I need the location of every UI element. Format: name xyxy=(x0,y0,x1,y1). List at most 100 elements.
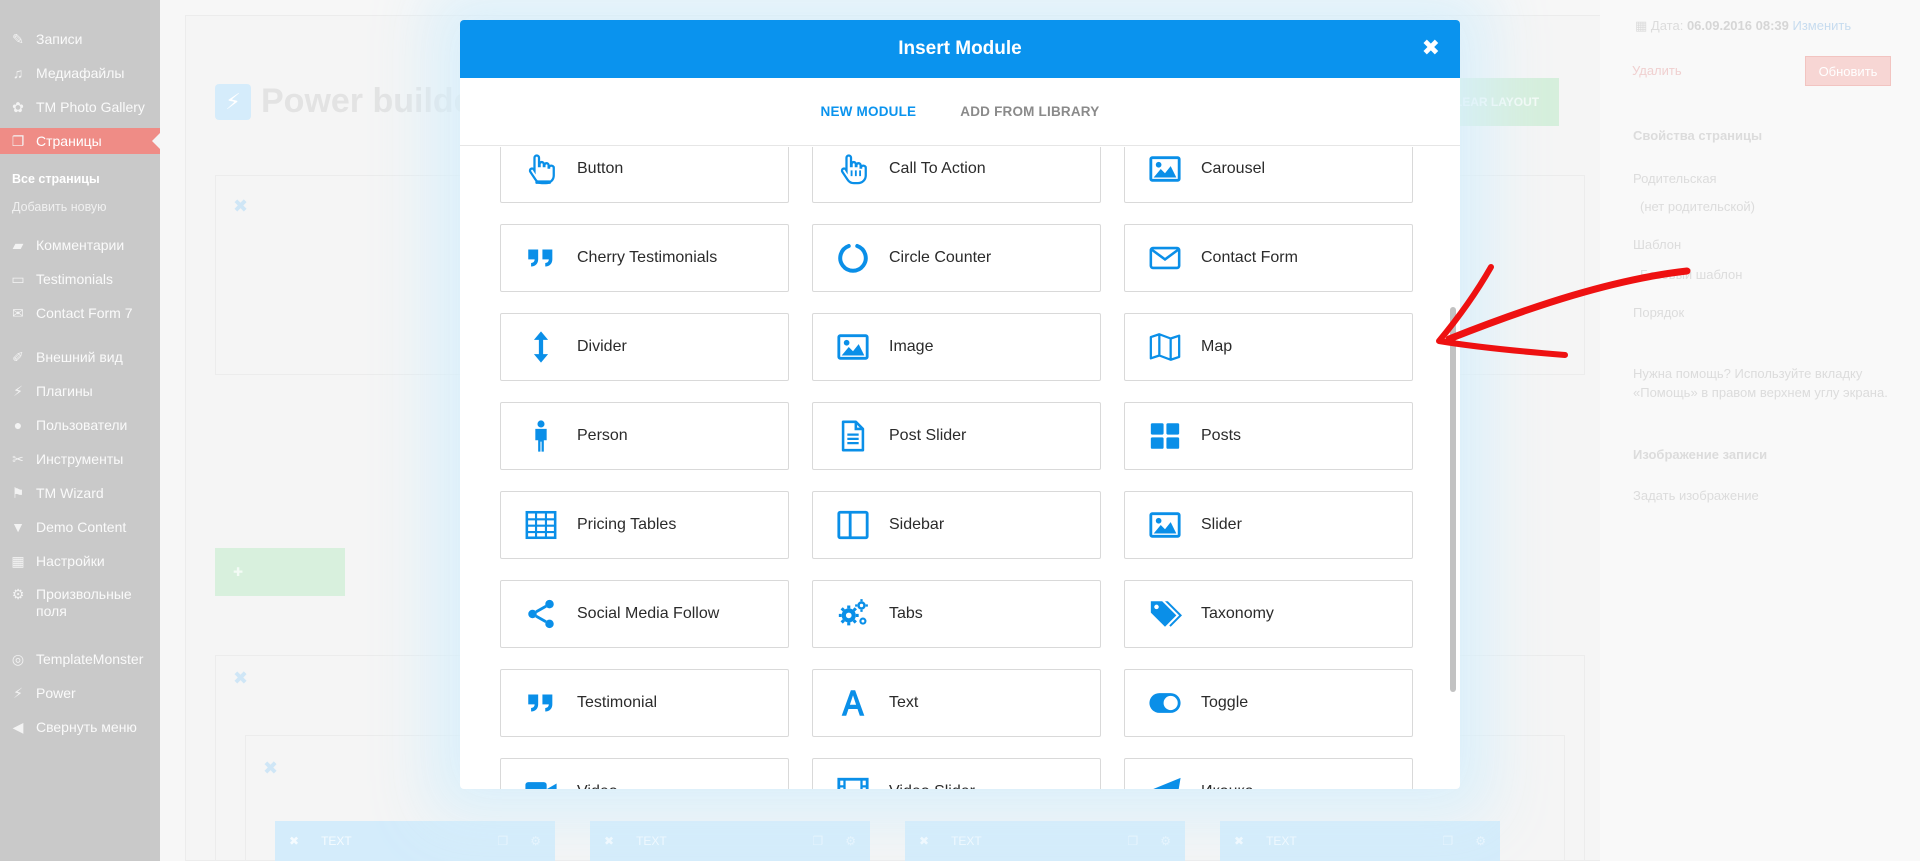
module-text[interactable]: Text xyxy=(812,669,1101,737)
sidebar-item-testimonials[interactable]: ▭ Testimonials xyxy=(0,266,160,292)
sidebar-item-label: Testimonials xyxy=(36,271,114,287)
sidebar-item-photo-gallery[interactable]: ✿ TM Photo Gallery xyxy=(0,94,160,120)
sidebar-item-tools[interactable]: ✂ Инструменты xyxy=(0,446,160,472)
sidebar-item-media[interactable]: ♫ Медиафайлы xyxy=(0,60,160,86)
module-social-media-follow[interactable]: Social Media Follow xyxy=(500,580,789,648)
module-label: Call To Action xyxy=(889,160,986,177)
image-icon-svg xyxy=(1149,156,1181,182)
delete-link[interactable]: Удалить xyxy=(1632,63,1682,78)
sidebar-sub-all-pages[interactable]: Все страницы xyxy=(12,172,100,186)
gear-icon[interactable]: ⚙ xyxy=(1475,834,1486,848)
module-label: Tabs xyxy=(889,605,923,622)
sidebar-item-settings[interactable]: ▦ Настройки xyxy=(0,548,160,574)
sidebar-item-power[interactable]: ⚡ Power xyxy=(0,680,160,706)
sidebar-item-demo-content[interactable]: ▼ Demo Content xyxy=(0,514,160,540)
module-slider[interactable]: Slider xyxy=(1124,491,1413,559)
module-label: Text xyxy=(889,694,919,711)
sidebar-item-templatemonster[interactable]: ◎ TemplateMonster xyxy=(0,646,160,672)
sidebar-item-custom-fields[interactable]: ⚙ Произвольные поля xyxy=(0,582,160,622)
remove-section-icon[interactable]: ✖ xyxy=(233,668,248,689)
module-post-slider[interactable]: Post Slider xyxy=(812,402,1101,470)
insert-module-modal: Insert Module ✖ NEW MODULE ADD FROM LIBR… xyxy=(460,20,1460,789)
update-button[interactable]: Обновить xyxy=(1805,56,1891,86)
template-select[interactable]: Базовый шаблон xyxy=(1640,267,1742,282)
sidebar-sub-add-new[interactable]: Добавить новую xyxy=(12,200,107,214)
set-featured-image-link[interactable]: Задать изображение xyxy=(1633,488,1759,503)
module-image[interactable]: Image xyxy=(812,313,1101,381)
plugin-icon: ⚡ xyxy=(13,382,23,399)
module-иконка[interactable]: Иконка xyxy=(1124,758,1413,789)
gears-icon-svg xyxy=(838,599,868,626)
module-video[interactable]: Video xyxy=(500,758,789,789)
text-module-chip[interactable]: ✖ TEXT ❐ ⚙ xyxy=(905,821,1185,861)
text-module-chip[interactable]: ✖ TEXT ❐ ⚙ xyxy=(275,821,555,861)
gear-icon[interactable]: ⚙ xyxy=(530,834,541,848)
sidebar-item-tm-wizard[interactable]: ⚑ TM Wizard xyxy=(0,480,160,506)
module-list[interactable]: Button Call To Action Carousel Cherry Testi… xyxy=(460,147,1460,789)
module-map[interactable]: Map xyxy=(1124,313,1413,381)
gear-icon[interactable]: ⚙ xyxy=(1160,834,1171,848)
module-divider[interactable]: Divider xyxy=(500,313,789,381)
copy-icon[interactable]: ❐ xyxy=(497,834,508,848)
testimonials-icon: ▭ xyxy=(11,270,25,287)
tab-new-module[interactable]: NEW MODULE xyxy=(821,104,917,119)
close-icon[interactable]: ✖ xyxy=(289,834,299,848)
sidebar-item-posts[interactable]: ✎ Записи xyxy=(0,26,160,52)
quote-icon-svg xyxy=(528,249,553,267)
modal-header: Insert Module ✖ xyxy=(460,20,1460,78)
remove-row-icon[interactable]: ✖ xyxy=(233,196,248,217)
gear-icon[interactable]: ⚙ xyxy=(845,834,856,848)
module-taxonomy[interactable]: Taxonomy xyxy=(1124,580,1413,648)
remove-column-icon[interactable]: ✖ xyxy=(263,758,278,779)
sidebar-item-appearance[interactable]: ✐ Внешний вид xyxy=(0,344,160,370)
circle-notch-icon xyxy=(835,240,871,276)
sidebar-item-plugins[interactable]: ⚡ Плагины xyxy=(0,378,160,404)
page-props-heading[interactable]: Свойства страницы xyxy=(1633,128,1762,143)
parent-select[interactable]: (нет родительской) xyxy=(1640,199,1755,214)
sidebar-collapse-menu[interactable]: ◀ Свернуть меню xyxy=(0,714,160,740)
publish-date: ▦ Дата: 06.09.2016 08:39 Изменить xyxy=(1635,18,1851,34)
module-posts[interactable]: Posts xyxy=(1124,402,1413,470)
envelope-icon-svg xyxy=(1149,246,1181,270)
modal-scrollbar[interactable] xyxy=(1450,307,1456,692)
close-icon[interactable]: ✖ xyxy=(919,834,929,848)
paper-plane-icon xyxy=(1147,774,1183,789)
tags-icon xyxy=(1147,596,1183,632)
module-carousel[interactable]: Carousel xyxy=(1124,147,1413,203)
date-change-link[interactable]: Изменить xyxy=(1793,18,1852,33)
power-logo-icon: ⚡ xyxy=(215,83,251,120)
text-module-chip[interactable]: ✖ TEXT ❐ ⚙ xyxy=(1220,821,1500,861)
copy-icon[interactable]: ❐ xyxy=(1127,834,1138,848)
add-row-button[interactable]: ✚ xyxy=(215,548,345,596)
close-icon[interactable]: ✖ xyxy=(604,834,614,848)
sidebar-item-users[interactable]: ● Пользователи xyxy=(0,412,160,438)
module-label: Pricing Tables xyxy=(577,516,677,533)
modal-tabs: NEW MODULE ADD FROM LIBRARY xyxy=(460,78,1460,146)
module-pricing-tables[interactable]: Pricing Tables xyxy=(500,491,789,559)
featured-image-heading[interactable]: Изображение записи xyxy=(1633,447,1767,462)
module-label: Divider xyxy=(577,338,627,355)
tab-add-from-library[interactable]: ADD FROM LIBRARY xyxy=(960,104,1099,119)
close-icon[interactable]: ✖ xyxy=(1422,36,1440,60)
module-circle-counter[interactable]: Circle Counter xyxy=(812,224,1101,292)
module-cherry-testimonials[interactable]: Cherry Testimonials xyxy=(500,224,789,292)
grid-icon xyxy=(1147,418,1183,454)
module-contact-form[interactable]: Contact Form xyxy=(1124,224,1413,292)
module-button[interactable]: Button xyxy=(500,147,789,203)
module-video-slider[interactable]: Video Slider xyxy=(812,758,1101,789)
module-toggle[interactable]: Toggle xyxy=(1124,669,1413,737)
sidebar-item-contact-form[interactable]: ✉ Contact Form 7 xyxy=(0,300,160,326)
module-testimonial[interactable]: Testimonial xyxy=(500,669,789,737)
sidebar-item-label: Power xyxy=(36,685,76,701)
pointer-hand-icon-svg xyxy=(528,154,555,185)
copy-icon[interactable]: ❐ xyxy=(1442,834,1453,848)
sidebar-item-pages[interactable]: ❐ Страницы xyxy=(0,128,160,154)
module-person[interactable]: Person xyxy=(500,402,789,470)
copy-icon[interactable]: ❐ xyxy=(812,834,823,848)
sidebar-item-comments[interactable]: ▰ Комментарии xyxy=(0,232,160,258)
text-module-chip[interactable]: ✖ TEXT ❐ ⚙ xyxy=(590,821,870,861)
close-icon[interactable]: ✖ xyxy=(1234,834,1244,848)
module-sidebar[interactable]: Sidebar xyxy=(812,491,1101,559)
module-tabs[interactable]: Tabs xyxy=(812,580,1101,648)
module-call-to-action[interactable]: Call To Action xyxy=(812,147,1101,203)
